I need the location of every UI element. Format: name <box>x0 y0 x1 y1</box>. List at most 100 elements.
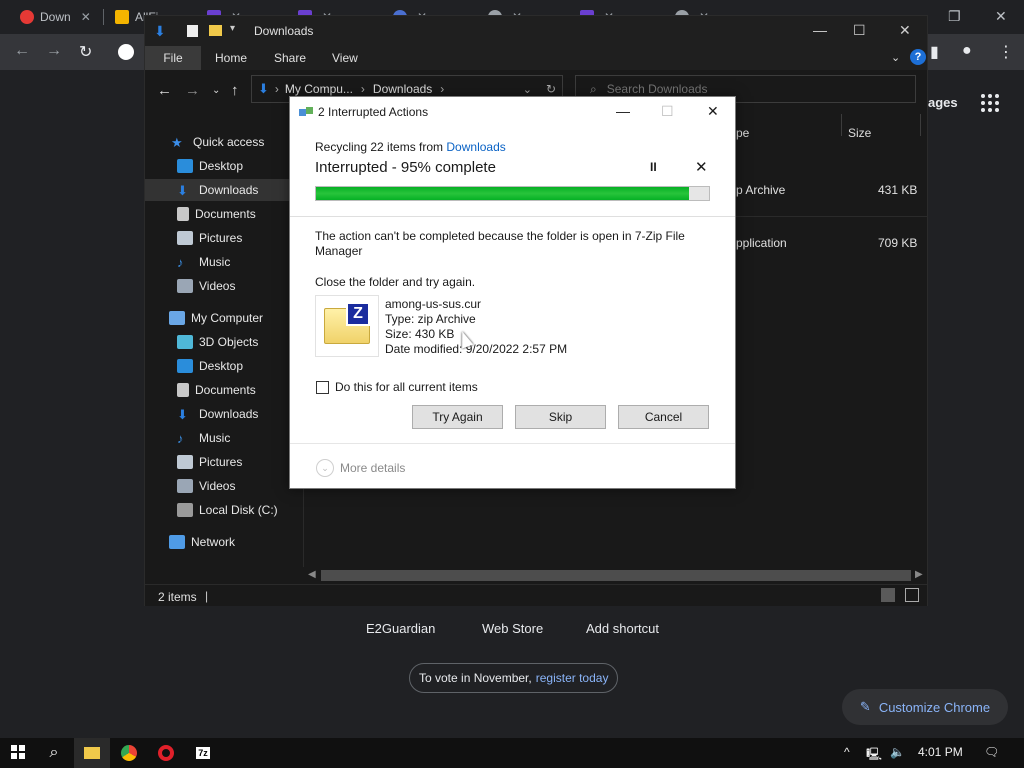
nav-pictures[interactable]: Pictures <box>145 227 303 249</box>
nav-documents[interactable]: Documents <box>145 203 303 225</box>
try-again-button[interactable]: Try Again <box>412 405 503 429</box>
tab-file[interactable]: File <box>145 46 201 70</box>
up-arrow-icon[interactable]: ↑ <box>231 82 239 99</box>
download-icon: ⬇ <box>177 407 188 422</box>
pause-icon[interactable]: II <box>650 160 657 174</box>
column-separator[interactable] <box>841 114 842 136</box>
horizontal-scrollbar[interactable]: ◀ ▶ <box>303 567 927 584</box>
ribbon-tabs: File Home Share View ⌄ ? <box>145 46 927 70</box>
notifications-icon[interactable]: 🗨 <box>984 745 999 759</box>
chevron-right-icon: › <box>440 82 445 96</box>
nav-music[interactable]: ♪ Music <box>145 427 303 449</box>
scroll-left-icon[interactable]: ◀ <box>308 569 316 580</box>
menu-icon[interactable]: ⋮ <box>998 42 1014 62</box>
images-link[interactable]: ages <box>928 95 958 110</box>
nav-videos[interactable]: Videos <box>145 475 303 497</box>
tab-title: Down <box>40 10 71 24</box>
help-icon[interactable]: ? <box>910 49 926 65</box>
refresh-icon[interactable]: ↻ <box>546 82 556 96</box>
show-hidden-icons-icon[interactable]: ^ <box>844 745 850 759</box>
minimize-icon[interactable]: — <box>616 103 630 119</box>
column-type[interactable]: pe <box>736 126 749 140</box>
tab-view[interactable]: View <box>320 46 370 70</box>
new-folder-icon[interactable] <box>209 25 222 36</box>
back-arrow-icon[interactable]: ← <box>157 82 172 99</box>
breadcrumb-my-computer[interactable]: My Compu... <box>285 82 353 96</box>
forward-arrow-icon[interactable]: → <box>185 82 200 99</box>
scroll-right-icon[interactable]: ▶ <box>915 569 923 580</box>
tab-close-icon[interactable]: ✕ <box>81 10 91 24</box>
chrome-tab[interactable]: Down ✕ <box>20 6 91 28</box>
address-dropdown-icon[interactable]: ⌄ <box>523 83 532 96</box>
volume-icon[interactable]: 🔈 <box>890 745 905 759</box>
navigation-pane: ★ Quick access Desktop ⬇ Downloads Documen… <box>145 108 303 584</box>
pictures-icon <box>177 231 193 245</box>
restore-icon[interactable]: ❐ <box>948 8 961 25</box>
nav-downloads[interactable]: ⬇ Downloads <box>145 179 303 201</box>
row-size[interactable]: 709 KB <box>878 236 917 250</box>
customize-chrome-button[interactable]: ✎ Customize Chrome <box>842 689 1008 725</box>
source-folder-link[interactable]: Downloads <box>446 140 505 154</box>
minimize-icon[interactable]: — <box>813 22 827 38</box>
apps-grid-icon[interactable] <box>981 94 999 112</box>
taskbar-chrome[interactable] <box>111 738 147 768</box>
taskbar-7zip[interactable]: 7z <box>185 738 221 768</box>
column-size[interactable]: Size <box>848 126 871 140</box>
properties-icon[interactable] <box>187 25 198 37</box>
close-icon[interactable]: ✕ <box>899 22 911 39</box>
large-icons-view-icon[interactable] <box>905 588 919 602</box>
profile-icon[interactable]: ● <box>962 42 972 60</box>
register-link[interactable]: register today <box>536 671 609 685</box>
nav-pictures[interactable]: Pictures <box>145 451 303 473</box>
close-icon[interactable]: ✕ <box>707 103 719 120</box>
network-tray-icon[interactable]: 🖳 <box>866 745 882 766</box>
shortcut-web-store[interactable]: Web Store <box>482 621 543 636</box>
nav-downloads[interactable]: ⬇ Downloads <box>145 403 303 425</box>
nav-videos[interactable]: Videos <box>145 275 303 297</box>
recent-locations-icon[interactable]: ⌄ <box>212 85 220 96</box>
column-separator[interactable] <box>920 114 921 136</box>
nav-documents[interactable]: Documents <box>145 379 303 401</box>
nav-network[interactable]: Network <box>145 531 303 553</box>
sidepanel-icon[interactable]: ▮ <box>930 42 939 62</box>
details-view-icon[interactable] <box>881 588 895 602</box>
shortcut-add[interactable]: Add shortcut <box>586 621 659 636</box>
row-type[interactable]: p Archive <box>736 183 785 197</box>
quick-access-toolbar-dropdown-icon[interactable]: ▾ <box>230 23 235 34</box>
close-window-icon[interactable]: ✕ <box>995 8 1007 25</box>
taskbar-file-explorer[interactable] <box>74 738 110 768</box>
shortcut-e2guardian[interactable]: E2Guardian <box>366 621 435 636</box>
row-type[interactable]: pplication <box>736 236 787 250</box>
taskbar-opera[interactable] <box>148 738 184 768</box>
clock[interactable]: 4:01 PM <box>918 745 963 759</box>
cancel-button[interactable]: Cancel <box>618 405 709 429</box>
scrollbar-thumb[interactable] <box>321 570 911 581</box>
recycle-transfer-icon <box>299 106 313 118</box>
cancel-operation-icon[interactable]: ✕ <box>695 158 708 176</box>
nav-desktop[interactable]: Desktop <box>145 355 303 377</box>
row-size[interactable]: 431 KB <box>878 183 917 197</box>
apply-all-checkbox[interactable] <box>316 380 329 394</box>
nav-quick-access[interactable]: ★ Quick access <box>145 131 303 153</box>
nav-desktop[interactable]: Desktop <box>145 155 303 177</box>
start-button[interactable] <box>0 738 36 768</box>
operation-description: Recycling 22 items from Downloads <box>315 140 506 154</box>
expand-ribbon-icon[interactable]: ⌄ <box>891 51 900 64</box>
forward-icon[interactable]: → <box>46 42 62 60</box>
skip-button[interactable]: Skip <box>515 405 606 429</box>
nav-3d-objects[interactable]: 3D Objects <box>145 331 303 353</box>
apply-all-option[interactable]: Do this for all current items <box>316 380 478 394</box>
nav-music[interactable]: ♪ Music <box>145 251 303 273</box>
search-button[interactable]: ⌕ <box>36 738 72 768</box>
nav-my-computer[interactable]: My Computer <box>145 307 303 329</box>
reload-icon[interactable]: ↻ <box>79 42 92 62</box>
breadcrumb-downloads[interactable]: Downloads <box>373 82 432 96</box>
nav-local-disk[interactable]: Local Disk (C:) <box>145 499 303 521</box>
tab-share[interactable]: Share <box>262 46 318 70</box>
tab-home[interactable]: Home <box>203 46 259 70</box>
back-icon[interactable]: ← <box>14 42 30 60</box>
search-placeholder: Search Downloads <box>606 82 708 96</box>
more-details-toggle[interactable]: ⌄ More details <box>316 459 405 477</box>
search-icon: ⌕ <box>49 744 59 761</box>
maximize-icon[interactable]: ☐ <box>853 22 866 39</box>
